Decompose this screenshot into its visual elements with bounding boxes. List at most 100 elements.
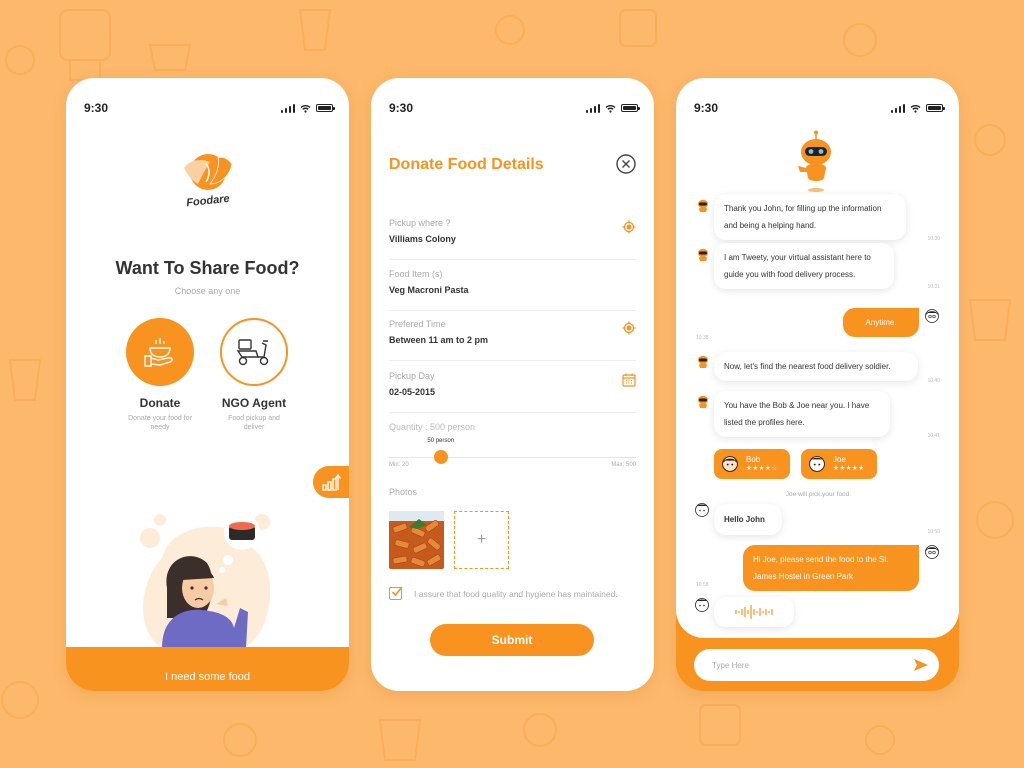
wifi-icon [300,104,311,113]
send-icon[interactable] [913,658,929,672]
signal-icon [280,103,295,113]
slider-min-label: Min: 20 [389,462,409,468]
field-label: Prefered Time [389,319,446,329]
option-donate[interactable]: Donate Donate your food for needy [110,318,210,433]
status-bar: 9:30 [694,100,945,116]
field-value: Veg Macroni Pasta [389,285,469,295]
bot-avatar-icon [698,395,708,408]
tweety-bot-mascot [798,130,831,192]
slider-max-label: Max: 500 [611,462,636,468]
status-time: 9:30 [84,101,109,115]
option-ngo-agent[interactable]: NGO Agent Food pickup and deliver [204,318,304,433]
message-timestamp: 10:31 [927,284,940,290]
message-timestamp: 10:38 [696,335,709,341]
location-target-icon[interactable] [622,321,636,335]
bot-avatar-icon [698,355,708,368]
checkmark-icon [391,586,403,597]
battery-icon [621,104,640,112]
wifi-icon [910,104,921,113]
rating-stars: ★★★★☆ [746,465,778,472]
page-title: Want To Share Food? [115,258,300,278]
pasta-photo-thumbnail[interactable] [389,511,444,569]
submit-button[interactable]: Submit [430,624,594,656]
foodare-logo: Foodare [173,150,243,210]
bot-avatar-icon [698,199,708,212]
message-timestamp: 10:58 [696,582,709,588]
pickup-notice: Joe will pick your food [785,491,850,498]
chat-message-input[interactable] [694,649,939,681]
joe-avatar-icon [809,456,825,472]
agent-avatar-icon [695,503,709,517]
calendar-icon[interactable] [622,373,636,387]
field-value: Between 11 am to 2 pm [389,335,489,345]
battery-icon [316,104,335,112]
stats-side-tab[interactable] [313,466,349,498]
preferred-time-field[interactable]: Prefered Time Between 11 am to 2 pm [389,319,636,361]
chat-message-user: Anytime. [843,308,919,337]
assurance-row[interactable]: I assure that food quality and hygiene h… [389,586,640,600]
location-target-icon[interactable] [622,220,636,234]
signal-icon [890,103,905,113]
option-label: Donate [139,396,181,410]
chat-message-bot: Thank you John, for filling up the infor… [714,194,906,240]
profile-card-bob[interactable]: Bob ★★★★☆ [714,449,790,479]
pickup-day-field[interactable]: Pickup Day 02-05-2015 [389,371,636,413]
signal-icon [585,103,600,113]
chat-message-bot: Now, let's find the nearest food deliver… [714,352,918,381]
profile-name: Bob [746,455,761,464]
bot-avatar-icon [698,248,708,261]
voice-message[interactable] [714,597,794,627]
message-timestamp: 10:40 [927,378,940,384]
scooter-icon [236,339,269,366]
field-value: Villiams Colony [389,234,456,244]
option-description: Donate your food for needy [128,415,192,432]
chat-message-bot: You have the Bob & Joe near you. I have … [714,391,890,437]
option-description: Food pickup and deliver [228,415,280,432]
close-icon[interactable] [616,154,636,174]
field-value: 02-05-2015 [389,387,436,397]
status-time: 9:30 [694,101,719,115]
food-item-field[interactable]: Food Item (s) Veg Macroni Pasta [389,269,636,311]
slider-value-label: 50 person [427,438,455,444]
hands-logo-icon [183,154,232,190]
need-food-button[interactable]: I need some food [66,647,349,691]
girl-thinking-illustration [140,514,271,648]
pickup-location-field[interactable]: Pickup where ? Villiams Colony [389,218,636,260]
profile-name: Joe [833,455,846,464]
quantity-slider-handle[interactable] [433,450,448,464]
assurance-text: I assure that food quality and hygiene h… [414,588,618,599]
bob-avatar-icon [722,456,738,472]
message-timestamp: 10:41 [927,433,940,439]
status-time: 9:30 [389,101,414,115]
photos-label: Photos [389,487,418,497]
option-label: NGO Agent [221,396,287,410]
ngo-agent-button[interactable] [220,318,288,386]
page-title: Donate Food Details [389,156,544,173]
rating-stars: ★★★★★ [833,465,865,472]
battery-icon [926,104,945,112]
chat-message-agent: Hello John [714,504,782,535]
profile-card-joe[interactable]: Joe ★★★★★ [801,449,877,479]
user-avatar-icon [925,545,939,559]
quantity-slider-track[interactable] [389,457,636,458]
brand-name: Foodare [185,192,230,210]
status-bar: 9:30 [389,100,640,116]
audio-waveform-icon [735,605,773,619]
screen-chat: 9:30 Thank you John, for filling up the … [676,78,959,691]
chat-message-bot: I am Tweety, your virtual assistant here… [714,243,894,289]
screen-donate-details: 9:30 Donate Food Details Pickup where ? … [371,78,654,691]
add-photo-button[interactable]: + [454,511,509,569]
donate-button[interactable] [126,318,194,386]
status-bar: 9:30 [84,100,335,116]
agent-avatar-icon [695,598,709,612]
message-timestamp: 10:50 [927,529,940,535]
chat-message-user: Hi Joe, please send the food to the St. … [743,545,919,591]
message-timestamp: 10:30 [927,236,940,242]
wifi-icon [605,104,616,113]
chart-growth-icon [322,473,341,491]
screen-choose-role: 9:30 Foodare Want To Share Food? Choose … [66,78,349,691]
quantity-label: Quantity : 500 person [389,422,476,432]
assurance-checkbox[interactable] [389,586,403,600]
page-subtitle: Choose any one [174,286,241,296]
field-label: Food Item (s) [389,269,443,279]
